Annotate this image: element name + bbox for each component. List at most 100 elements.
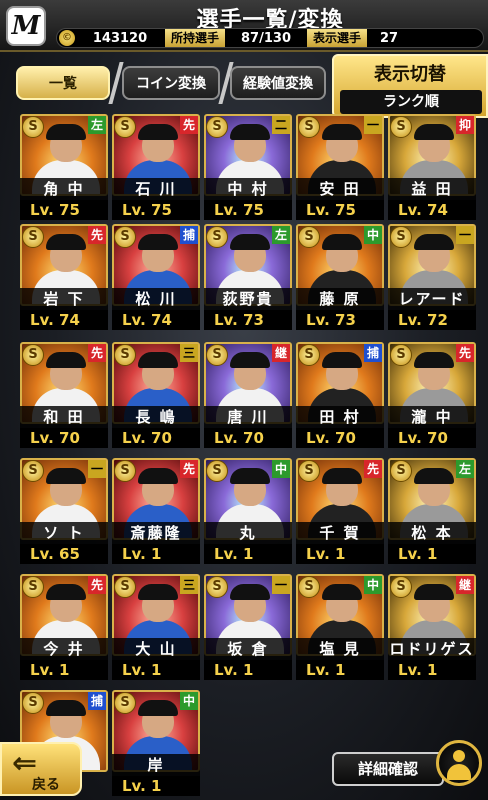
player-level: Lv. 75 bbox=[204, 200, 292, 220]
player-card[interactable]: S 抑益 田 Lv. 74 bbox=[388, 114, 476, 220]
position-badge: 三 bbox=[180, 344, 198, 362]
player-card[interactable]: S 捕田 村 Lv. 70 bbox=[296, 342, 384, 448]
rank-s-icon: S bbox=[390, 460, 412, 482]
player-level: Lv. 1 bbox=[388, 544, 476, 564]
player-name: 唐 川 bbox=[204, 406, 292, 428]
player-level: Lv. 74 bbox=[20, 310, 108, 330]
rank-s-icon: S bbox=[22, 344, 44, 366]
player-card[interactable]: S 左角 中 Lv. 75 bbox=[20, 114, 108, 220]
position-badge: 一 bbox=[272, 576, 290, 594]
player-name: 田 村 bbox=[296, 406, 384, 428]
player-card[interactable]: S 先千 賀 Lv. 1 bbox=[296, 458, 384, 564]
player-level: Lv. 74 bbox=[388, 200, 476, 220]
position-badge: 先 bbox=[88, 226, 106, 244]
player-card[interactable]: S 先今 井 Lv. 1 bbox=[20, 574, 108, 680]
position-badge: 一 bbox=[364, 116, 382, 134]
player-level: Lv. 73 bbox=[296, 310, 384, 330]
player-card[interactable]: S 継ロドリゲス Lv. 1 bbox=[388, 574, 476, 680]
rank-s-icon: S bbox=[206, 116, 228, 138]
rank-s-icon: S bbox=[22, 226, 44, 248]
player-card[interactable]: S 先和 田 Lv. 70 bbox=[20, 342, 108, 448]
back-button[interactable]: ⇐ 戻る bbox=[0, 742, 82, 796]
player-card[interactable]: S 先斎藤隆 Lv. 1 bbox=[112, 458, 200, 564]
player-card[interactable]: S 中丸 Lv. 1 bbox=[204, 458, 292, 564]
player-name: 塩 見 bbox=[296, 638, 384, 660]
player-card[interactable]: S 先瀧 中 Lv. 70 bbox=[388, 342, 476, 448]
detail-confirm-button[interactable]: 詳細確認 bbox=[332, 752, 444, 786]
rank-s-icon: S bbox=[206, 460, 228, 482]
player-name: 瀧 中 bbox=[388, 406, 476, 428]
player-name: 坂 倉 bbox=[204, 638, 292, 660]
rank-s-icon: S bbox=[22, 460, 44, 482]
player-level: Lv. 70 bbox=[296, 428, 384, 448]
player-name: レアード bbox=[388, 288, 476, 310]
player-name: 松 川 bbox=[112, 288, 200, 310]
player-name: 今 井 bbox=[20, 638, 108, 660]
rank-s-icon: S bbox=[22, 692, 44, 714]
back-label: 戻る bbox=[32, 777, 60, 793]
player-level: Lv. 1 bbox=[204, 660, 292, 680]
player-card[interactable]: S 三長 嶋 Lv. 70 bbox=[112, 342, 200, 448]
player-name: 藤 原 bbox=[296, 288, 384, 310]
player-name: 長 嶋 bbox=[112, 406, 200, 428]
player-grid: S左角 中 Lv. 75 S 先石 川 Lv. 75 S 二中 村 Lv. 75 S 一安 田 Lv… bbox=[0, 0, 488, 800]
position-badge: 先 bbox=[364, 460, 382, 478]
player-card[interactable]: S 一安 田 Lv. 75 bbox=[296, 114, 384, 220]
player-level: Lv. 1 bbox=[388, 660, 476, 680]
position-badge: 左 bbox=[272, 226, 290, 244]
player-detail-icon[interactable] bbox=[436, 740, 482, 786]
player-name: 斎藤隆 bbox=[112, 522, 200, 544]
position-badge: 継 bbox=[456, 576, 474, 594]
rank-s-icon: S bbox=[206, 576, 228, 598]
rank-s-icon: S bbox=[114, 116, 136, 138]
player-card[interactable]: S 三大 山 Lv. 1 bbox=[112, 574, 200, 680]
player-name: 丸 bbox=[204, 522, 292, 544]
player-name: 石 川 bbox=[112, 178, 200, 200]
position-badge: 先 bbox=[180, 460, 198, 478]
position-badge: 中 bbox=[364, 576, 382, 594]
player-card[interactable]: S 中岸 Lv. 1 bbox=[112, 690, 200, 796]
position-badge: 中 bbox=[272, 460, 290, 478]
position-badge: 先 bbox=[88, 576, 106, 594]
player-card[interactable]: S 先石 川 Lv. 75 bbox=[112, 114, 200, 220]
player-level: Lv. 75 bbox=[112, 200, 200, 220]
player-level: Lv. 72 bbox=[388, 310, 476, 330]
player-card[interactable]: S 二中 村 Lv. 75 bbox=[204, 114, 292, 220]
player-name: 岸 bbox=[112, 754, 200, 776]
player-name: 岩 下 bbox=[20, 288, 108, 310]
player-card[interactable]: S 中藤 原 Lv. 73 bbox=[296, 224, 384, 330]
player-card[interactable]: S 中塩 見 Lv. 1 bbox=[296, 574, 384, 680]
player-level: Lv. 1 bbox=[112, 660, 200, 680]
player-name: 安 田 bbox=[296, 178, 384, 200]
player-name: 益 田 bbox=[388, 178, 476, 200]
player-card[interactable]: S 一ソ ト Lv. 65 bbox=[20, 458, 108, 564]
player-level: Lv. 1 bbox=[296, 660, 384, 680]
position-badge: 一 bbox=[88, 460, 106, 478]
player-level: Lv. 70 bbox=[20, 428, 108, 448]
player-level: Lv. 74 bbox=[112, 310, 200, 330]
rank-s-icon: S bbox=[298, 226, 320, 248]
position-badge: 継 bbox=[272, 344, 290, 362]
player-card[interactable]: S 左松 本 Lv. 1 bbox=[388, 458, 476, 564]
rank-s-icon: S bbox=[298, 116, 320, 138]
player-card[interactable]: S 一坂 倉 Lv. 1 bbox=[204, 574, 292, 680]
position-badge: 左 bbox=[88, 116, 106, 134]
player-card[interactable]: S 先岩 下 Lv. 74 bbox=[20, 224, 108, 330]
position-badge: 中 bbox=[364, 226, 382, 244]
player-card[interactable]: S 継唐 川 Lv. 70 bbox=[204, 342, 292, 448]
player-card[interactable]: S 左荻野貴 Lv. 73 bbox=[204, 224, 292, 330]
player-level: Lv. 1 bbox=[296, 544, 384, 564]
player-card[interactable]: S 一レアード Lv. 72 bbox=[388, 224, 476, 330]
player-name: 角 中 bbox=[20, 178, 108, 200]
position-badge: 中 bbox=[180, 692, 198, 710]
rank-s-icon: S bbox=[390, 226, 412, 248]
position-badge: 三 bbox=[180, 576, 198, 594]
rank-s-icon: S bbox=[114, 460, 136, 482]
player-level: Lv. 1 bbox=[20, 660, 108, 680]
rank-s-icon: S bbox=[22, 116, 44, 138]
player-card[interactable]: S 捕松 川 Lv. 74 bbox=[112, 224, 200, 330]
rank-s-icon: S bbox=[114, 576, 136, 598]
position-badge: 先 bbox=[88, 344, 106, 362]
player-level: Lv. 70 bbox=[204, 428, 292, 448]
position-badge: 左 bbox=[456, 460, 474, 478]
